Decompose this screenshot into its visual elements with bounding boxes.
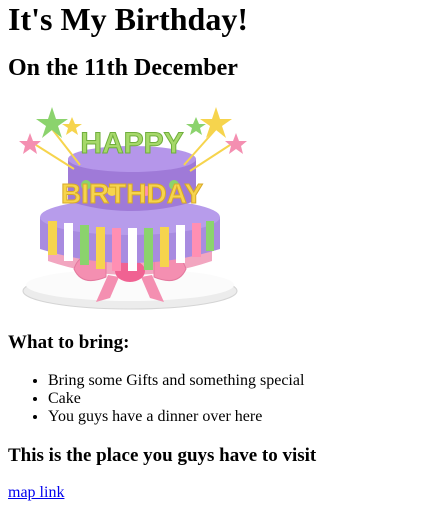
what-to-bring-heading: What to bring:	[8, 332, 130, 353]
visit-place-heading: This is the place you guys have to visit	[8, 445, 317, 466]
list-item: Bring some Gifts and something special	[48, 372, 426, 390]
list-item: You guys have a dinner over here	[48, 408, 426, 426]
map-link[interactable]: map link	[8, 484, 64, 502]
cake-happy-text: HAPPY	[80, 127, 183, 160]
birthday-cake-icon: HAPPY BIRTHDAY	[19, 107, 247, 310]
cake-birthday-text: BIRTHDAY	[61, 178, 203, 209]
page-title: It's My Birthday!	[8, 1, 248, 37]
date-heading: On the 11th December	[8, 55, 238, 81]
page-content: It's My Birthday! On the 11th December H…	[0, 0, 434, 502]
birthday-cake-image: HAPPY BIRTHDAY	[8, 99, 253, 311]
bring-list: Bring some Gifts and something special C…	[8, 372, 426, 426]
list-item: Cake	[48, 390, 426, 408]
